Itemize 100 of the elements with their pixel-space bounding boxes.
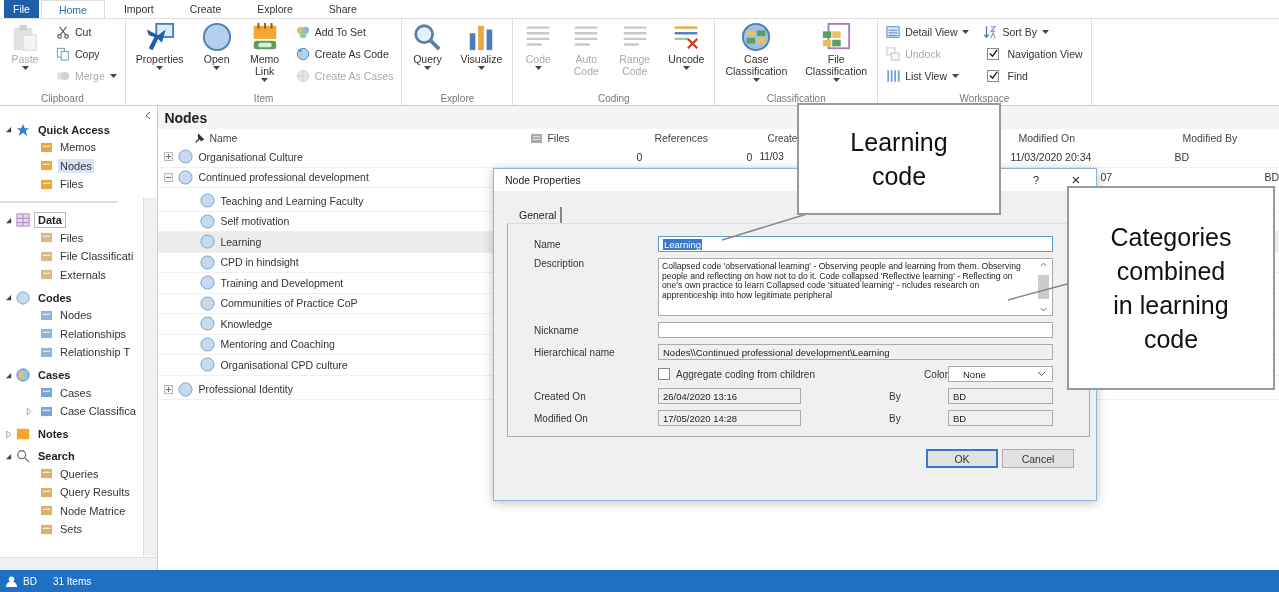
- nav-item[interactable]: Externals: [58, 267, 108, 282]
- nav-item[interactable]: Relationships: [58, 326, 129, 341]
- nav-item[interactable]: Nodes: [58, 308, 94, 323]
- checkbox-label: Find: [1007, 69, 1028, 82]
- expanded-arrow-icon[interactable]: [5, 294, 12, 301]
- chevron-icon[interactable]: [145, 111, 152, 120]
- scrollbar[interactable]: [1037, 262, 1049, 312]
- chevron-up-icon[interactable]: [1039, 262, 1047, 267]
- column-header[interactable]: Modified On: [1018, 132, 1076, 144]
- circle-icon: [178, 381, 194, 397]
- node-name: Communities of Practice CoP: [220, 297, 358, 310]
- node-name: Teaching and Learning Faculty: [220, 194, 364, 207]
- nav-item[interactable]: Queries: [58, 466, 101, 481]
- expanded-arrow-icon[interactable]: [5, 371, 12, 379]
- nav-item[interactable]: Files: [58, 177, 86, 192]
- folder-icon: [40, 250, 53, 262]
- expanded-arrow-icon[interactable]: [5, 126, 12, 133]
- ribbon-button[interactable]: Sort By: [983, 22, 1083, 41]
- nav-item[interactable]: Relationship T: [58, 345, 133, 360]
- cancel-button[interactable]: Cancel: [1002, 449, 1074, 468]
- globe-icon: [16, 368, 30, 382]
- nav-section[interactable]: Quick Access: [34, 121, 114, 138]
- nav-item[interactable]: Files: [58, 230, 86, 245]
- nickname-field[interactable]: [658, 322, 1053, 338]
- expanded-arrow-icon[interactable]: [5, 216, 12, 224]
- field-label: By: [888, 390, 901, 402]
- collapsed-arrow-icon[interactable]: [5, 430, 12, 438]
- ribbon-button[interactable]: Uncode: [666, 22, 707, 93]
- expand-icon[interactable]: [164, 152, 174, 162]
- nav-item[interactable]: Nodes: [58, 158, 94, 173]
- help-button[interactable]: ?: [1028, 174, 1044, 186]
- table-cell: BD: [1174, 150, 1189, 163]
- ok-button[interactable]: OK: [926, 449, 998, 468]
- checkbox[interactable]: [658, 368, 670, 380]
- folder-icon: [40, 160, 53, 172]
- ribbon-button[interactable]: Cut: [56, 22, 117, 41]
- ribbon-tab[interactable]: Import: [106, 0, 171, 18]
- description-field[interactable]: Collapsed code 'observational learning' - Observing people and learning from them. Observing people and reflecting on how not to do it. Code collapsed 'Reflective learning' - Reflecting on one's own practice to learn Collapsed code 'situated learning' - ncludes research on apprenticeship into how legitimate peripheral: [658, 258, 1053, 316]
- close-button[interactable]: ×: [1068, 174, 1084, 186]
- nav-item[interactable]: Query Results: [58, 485, 132, 500]
- folder-icon: [40, 309, 53, 321]
- nav-item[interactable]: Case Classifica: [58, 404, 138, 419]
- column-header[interactable]: Modified By: [1182, 132, 1238, 144]
- ribbon-button[interactable]: File Classification: [803, 22, 870, 93]
- ribbon-button[interactable]: Create As Code: [295, 44, 394, 63]
- pin-icon: [194, 132, 206, 144]
- color-dropdown[interactable]: None: [948, 366, 1053, 382]
- name-field[interactable]: Learning: [658, 236, 1053, 252]
- ribbon-button[interactable]: List View: [886, 66, 970, 85]
- folder-icon: [40, 178, 53, 190]
- nav-item[interactable]: File Classificati: [58, 249, 136, 264]
- ribbon-tab[interactable]: Home: [40, 0, 105, 18]
- caret-icon: [21, 66, 29, 70]
- ribbon-button[interactable]: Detail View: [886, 22, 970, 41]
- modified-by-field: BD: [948, 410, 1053, 426]
- field-label: Modified On: [534, 412, 589, 424]
- column-header[interactable]: Create: [767, 132, 798, 144]
- arrow-box-icon: [144, 22, 175, 52]
- folder-icon: [40, 269, 53, 281]
- nav-section[interactable]: Cases: [34, 367, 75, 383]
- ribbon-tab[interactable]: Create: [172, 0, 239, 18]
- checkbox[interactable]: [987, 47, 1000, 60]
- expand-icon[interactable]: [164, 384, 174, 394]
- collapse-icon[interactable]: [164, 172, 174, 182]
- column-header[interactable]: Name: [209, 132, 238, 144]
- node-name: Mentoring and Coaching: [220, 338, 335, 351]
- ribbon-button[interactable]: Copy: [56, 44, 117, 63]
- nav-item[interactable]: Cases: [58, 385, 94, 400]
- nav-section[interactable]: Search: [34, 448, 79, 464]
- nav-section[interactable]: Data: [34, 212, 66, 228]
- ribbon-button[interactable]: Open: [199, 22, 234, 93]
- ribbon-button[interactable]: Visualize: [458, 22, 505, 93]
- ribbon-tab[interactable]: Share: [311, 0, 374, 18]
- chevron-down-icon[interactable]: [1039, 307, 1047, 312]
- ribbon-button[interactable]: Add To Set: [295, 22, 394, 41]
- column-header[interactable]: Files: [547, 132, 570, 144]
- nav-item[interactable]: Memos: [58, 140, 99, 155]
- file-tab[interactable]: File: [4, 0, 39, 18]
- collapsed-arrow-icon[interactable]: [26, 407, 32, 415]
- nav-item[interactable]: Node Matrice: [58, 503, 128, 518]
- scrollbar[interactable]: [143, 198, 158, 556]
- ribbon-button[interactable]: Query: [410, 22, 445, 93]
- circle-icon: [16, 290, 30, 305]
- ribbon-tab[interactable]: Explore: [240, 0, 310, 18]
- folder-icon: [40, 141, 53, 153]
- nav-section[interactable]: Codes: [34, 289, 76, 306]
- dialog-tab[interactable]: General: [515, 207, 563, 223]
- nav-item[interactable]: Sets: [58, 522, 84, 537]
- sort-icon: [983, 24, 998, 39]
- ribbon-button[interactable]: Case Classification: [723, 22, 790, 93]
- nav-section[interactable]: Notes: [34, 426, 73, 442]
- scrollbar[interactable]: [0, 557, 158, 570]
- checkbox[interactable]: [987, 69, 1000, 82]
- table-cell: 0: [746, 150, 753, 163]
- folder-icon: [40, 232, 53, 244]
- ribbon-button[interactable]: Properties: [133, 22, 186, 93]
- expanded-arrow-icon[interactable]: [5, 452, 12, 460]
- ribbon-button[interactable]: Memo Link: [247, 22, 282, 93]
- column-header[interactable]: References: [654, 132, 709, 144]
- grid-icon: [16, 213, 30, 227]
